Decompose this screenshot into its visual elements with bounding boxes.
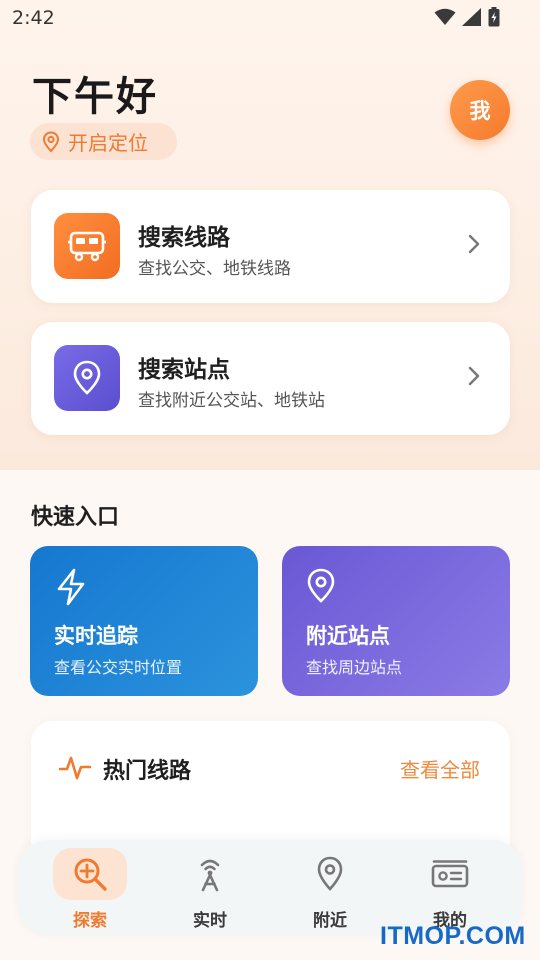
chevron-right-icon	[468, 234, 480, 254]
location-pin-icon	[73, 360, 101, 395]
signal-tower-icon	[200, 859, 220, 892]
realtime-tracking-title: 实时追踪	[54, 624, 138, 648]
nav-tab-explore[interactable]: 探索	[50, 848, 130, 931]
search-station-tile	[54, 345, 120, 411]
realtime-tracking-card[interactable]: 实时追踪 查看公交实时位置	[30, 546, 258, 696]
nav-mine-icon-wrap	[413, 848, 487, 900]
search-station-subtitle: 查找附近公交站、地铁站	[138, 391, 325, 411]
nav-explore-label: 探索	[73, 911, 107, 931]
nearby-stations-subtitle: 查找周边站点	[306, 658, 403, 677]
search-route-title: 搜索线路	[138, 225, 230, 251]
nav-explore-icon-wrap	[53, 848, 127, 900]
location-pin-icon	[307, 568, 335, 603]
status-time: 2:42	[12, 7, 55, 29]
status-bar: 2:42	[0, 0, 540, 38]
nav-nearby-label: 附近	[313, 911, 347, 931]
search-station-card[interactable]: 搜索站点 查找附近公交站、地铁站	[31, 322, 510, 435]
quick-access-title: 快速入口	[31, 505, 120, 530]
profile-avatar-button[interactable]: 我	[450, 80, 510, 140]
bus-icon	[68, 231, 106, 262]
nav-tab-mine[interactable]: 我的	[410, 848, 490, 931]
nav-nearby-icon-wrap	[293, 848, 367, 900]
enable-location-button[interactable]: 开启定位	[30, 123, 177, 160]
nav-realtime-icon-wrap	[173, 848, 247, 900]
nav-tab-nearby[interactable]: 附近	[290, 848, 370, 931]
status-icons	[434, 7, 500, 27]
chevron-right-icon	[468, 366, 480, 386]
id-card-icon	[431, 860, 469, 888]
greeting-title: 下午好	[32, 74, 158, 120]
activity-icon	[59, 756, 91, 780]
nearby-stations-card[interactable]: 附近站点 查找周边站点	[282, 546, 510, 696]
battery-icon	[488, 7, 500, 27]
nav-realtime-label: 实时	[193, 911, 227, 931]
nearby-stations-title: 附近站点	[306, 624, 390, 648]
search-route-tile	[54, 213, 120, 279]
search-plus-icon	[74, 858, 107, 891]
hot-lines-title: 热门线路	[103, 759, 192, 784]
search-station-title: 搜索站点	[138, 357, 230, 383]
view-all-link[interactable]: 查看全部	[400, 754, 480, 783]
search-route-subtitle: 查找公交、地铁线路	[138, 259, 291, 279]
avatar-text: 我	[469, 99, 491, 123]
location-pin-icon	[317, 856, 343, 891]
wifi-icon	[434, 8, 456, 25]
cell-signal-icon	[462, 8, 481, 26]
location-pin-icon	[42, 130, 60, 152]
nav-tab-realtime[interactable]: 实时	[170, 848, 250, 931]
watermark: ITMOP.COM	[380, 922, 526, 950]
lightning-icon	[57, 568, 85, 606]
search-route-card[interactable]: 搜索线路 查找公交、地铁线路	[31, 190, 510, 303]
enable-location-label: 开启定位	[68, 131, 148, 155]
realtime-tracking-subtitle: 查看公交实时位置	[54, 658, 183, 677]
